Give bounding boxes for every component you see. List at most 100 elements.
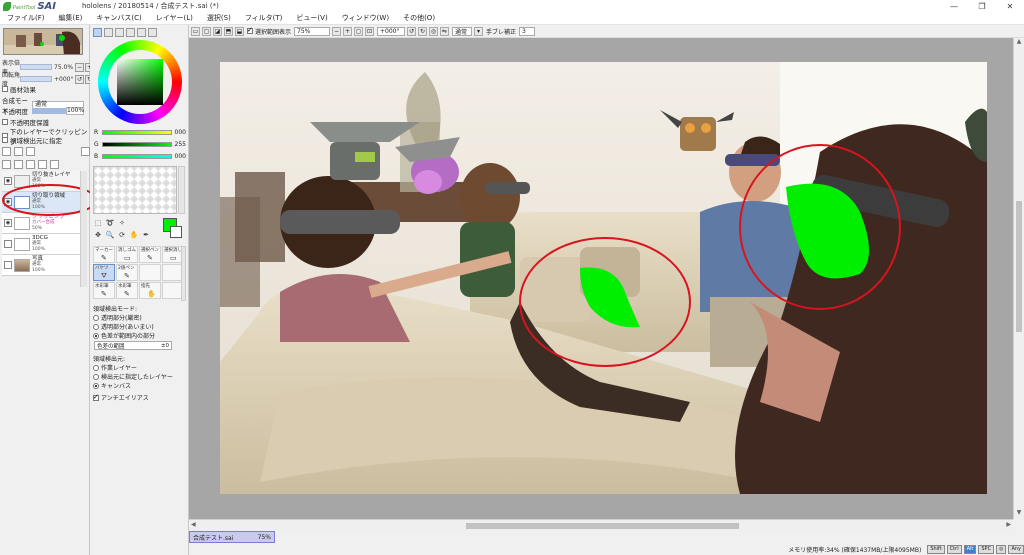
document-tab[interactable]: 合成テスト.sai 75% bbox=[189, 531, 275, 543]
brush-marker[interactable]: マーカー ✎ bbox=[93, 246, 115, 263]
background-color-swatch[interactable] bbox=[170, 226, 182, 238]
show-selection-toggle[interactable]: 選択範囲表示 bbox=[247, 26, 291, 36]
rotate-right-icon[interactable]: ↻ bbox=[418, 26, 428, 36]
flip-icon[interactable]: ⇋ bbox=[440, 26, 450, 36]
menu-file[interactable]: ファイル(F) bbox=[0, 13, 52, 23]
canvas-image[interactable] bbox=[220, 62, 987, 494]
layer-item-photo[interactable]: 写真 通常 100% bbox=[2, 255, 80, 276]
brush-select-pen[interactable]: 選択ペン ✎ bbox=[139, 246, 161, 263]
menu-other[interactable]: その他(O) bbox=[396, 13, 442, 23]
scroll-up-icon[interactable]: ▲ bbox=[1014, 38, 1024, 48]
crop-icon[interactable]: ⬓ bbox=[235, 26, 244, 36]
zoom-reset-icon[interactable]: ◻ bbox=[354, 26, 364, 36]
brush-binary-pen[interactable]: 2値ペン ✎ bbox=[116, 264, 138, 281]
blue-slider[interactable] bbox=[102, 154, 172, 159]
radio[interactable] bbox=[93, 373, 99, 380]
brush-watercolor-2[interactable]: 水彩筆 ✎ bbox=[116, 282, 138, 299]
menu-filter[interactable]: フィルタ(T) bbox=[238, 13, 290, 23]
close-button[interactable]: ✕ bbox=[996, 0, 1024, 12]
color-swatch-area[interactable] bbox=[93, 166, 177, 214]
transfer-down-icon[interactable] bbox=[2, 160, 11, 169]
stabilizer-select[interactable]: 3 bbox=[519, 26, 536, 36]
angle-slider[interactable] bbox=[20, 76, 52, 82]
delete-layer-icon[interactable] bbox=[38, 160, 47, 169]
scroll-right-icon[interactable]: ▶ bbox=[1006, 521, 1011, 528]
layer-scrollbar[interactable] bbox=[80, 171, 87, 287]
color-wheel-tab[interactable] bbox=[93, 28, 102, 37]
brush-finger[interactable]: 指先 ✋ bbox=[139, 282, 161, 299]
eye-icon[interactable] bbox=[4, 261, 12, 269]
new-layer-icon[interactable] bbox=[2, 147, 11, 156]
color-diff-range[interactable]: 色差の範囲 ±0 bbox=[94, 341, 172, 350]
move-icon[interactable]: ✥ bbox=[93, 230, 103, 240]
expand-icon[interactable] bbox=[2, 86, 8, 92]
clear-layer-icon[interactable] bbox=[26, 160, 35, 169]
checkbox[interactable] bbox=[2, 119, 8, 125]
menu-view[interactable]: ビュー(V) bbox=[289, 13, 334, 23]
lasso-icon[interactable]: ➰ bbox=[105, 218, 115, 228]
source-working-layer[interactable]: 作業レイヤー bbox=[93, 363, 137, 372]
zoom-select[interactable]: 75% bbox=[294, 26, 331, 36]
red-slider[interactable] bbox=[102, 130, 172, 135]
checkbox[interactable] bbox=[247, 26, 253, 34]
brush-eraser[interactable]: 消しゴム ▭ bbox=[116, 246, 138, 263]
eyedropper-icon[interactable]: ✒ bbox=[141, 230, 151, 240]
rect-select-icon[interactable]: ⬚ bbox=[93, 218, 103, 228]
brush-watercolor-1[interactable]: 水彩筆 ✎ bbox=[93, 282, 115, 299]
eye-icon[interactable] bbox=[4, 240, 12, 248]
menu-window[interactable]: ウィンドウ(W) bbox=[335, 13, 396, 23]
antialias-option[interactable]: アンチエイリアス bbox=[93, 393, 149, 402]
mode-dropdown-icon[interactable]: ▾ bbox=[474, 26, 484, 36]
vertical-scroll-thumb[interactable] bbox=[1016, 201, 1022, 332]
radio[interactable] bbox=[93, 332, 99, 339]
rotate-left-icon[interactable]: ↺ bbox=[407, 26, 417, 36]
swatch-tab[interactable] bbox=[137, 28, 146, 37]
deselect-icon[interactable]: ▢ bbox=[202, 26, 211, 36]
scratchpad-tab[interactable] bbox=[148, 28, 157, 37]
hand-icon[interactable]: ✋ bbox=[129, 230, 139, 240]
rotate-left-icon[interactable]: ↺ bbox=[75, 74, 84, 84]
zoom-icon[interactable]: 🔍 bbox=[105, 230, 115, 240]
minimize-button[interactable]: — bbox=[940, 0, 968, 12]
menu-edit[interactable]: 編集(E) bbox=[52, 13, 90, 23]
checkbox[interactable] bbox=[2, 137, 8, 143]
swatch-scrollbar[interactable] bbox=[178, 166, 185, 214]
zoom-out-icon[interactable]: − bbox=[332, 26, 342, 36]
vertical-scrollbar[interactable]: ▲ ▼ bbox=[1013, 38, 1024, 519]
rgb-slider-tab[interactable] bbox=[104, 28, 113, 37]
select-all-icon[interactable]: ▭ bbox=[191, 26, 200, 36]
menu-select[interactable]: 選択(S) bbox=[200, 13, 238, 23]
green-slider[interactable] bbox=[102, 142, 172, 147]
mode-color-diff[interactable]: 色差が範囲内の部分 bbox=[93, 331, 155, 340]
mask-icon[interactable] bbox=[81, 147, 90, 156]
merge-down-icon[interactable] bbox=[14, 160, 23, 169]
radio[interactable] bbox=[93, 382, 99, 389]
layer-item-3dcg[interactable]: 3DCG 通常 100% bbox=[2, 234, 80, 255]
menu-canvas[interactable]: キャンバス(C) bbox=[89, 13, 148, 23]
transform-icon[interactable]: ⬒ bbox=[224, 26, 233, 36]
invert-selection-icon[interactable]: ◪ bbox=[213, 26, 222, 36]
new-linework-icon[interactable] bbox=[14, 147, 23, 156]
view-mode-select[interactable]: 通常 bbox=[452, 26, 473, 36]
horizontal-scroll-thumb[interactable] bbox=[466, 523, 739, 529]
paper-effect-header[interactable]: 画材効果 bbox=[2, 84, 36, 94]
new-folder-icon[interactable] bbox=[26, 147, 35, 156]
zoom-in-icon[interactable]: + bbox=[343, 26, 353, 36]
radio[interactable] bbox=[93, 364, 99, 371]
navigator-thumbnail[interactable] bbox=[3, 28, 83, 55]
mixer-tab[interactable] bbox=[126, 28, 135, 37]
radio[interactable] bbox=[93, 323, 99, 330]
radio[interactable] bbox=[93, 314, 99, 321]
duplicate-icon[interactable] bbox=[50, 160, 59, 169]
source-canvas[interactable]: キャンバス bbox=[93, 381, 131, 390]
canvas[interactable] bbox=[220, 62, 987, 494]
horizontal-scrollbar[interactable]: ◀ ▶ bbox=[189, 519, 1013, 531]
saturation-value-square[interactable] bbox=[117, 59, 163, 105]
hsv-slider-tab[interactable] bbox=[115, 28, 124, 37]
rotate-icon[interactable]: ⟳ bbox=[117, 230, 127, 240]
brush-scrollbar[interactable] bbox=[181, 246, 186, 301]
menu-layer[interactable]: レイヤー(L) bbox=[149, 13, 200, 23]
angle-select[interactable]: +000° bbox=[377, 26, 406, 36]
checkbox[interactable] bbox=[93, 393, 99, 401]
mode-transparent-strict[interactable]: 透明部分(厳密) bbox=[93, 313, 142, 322]
